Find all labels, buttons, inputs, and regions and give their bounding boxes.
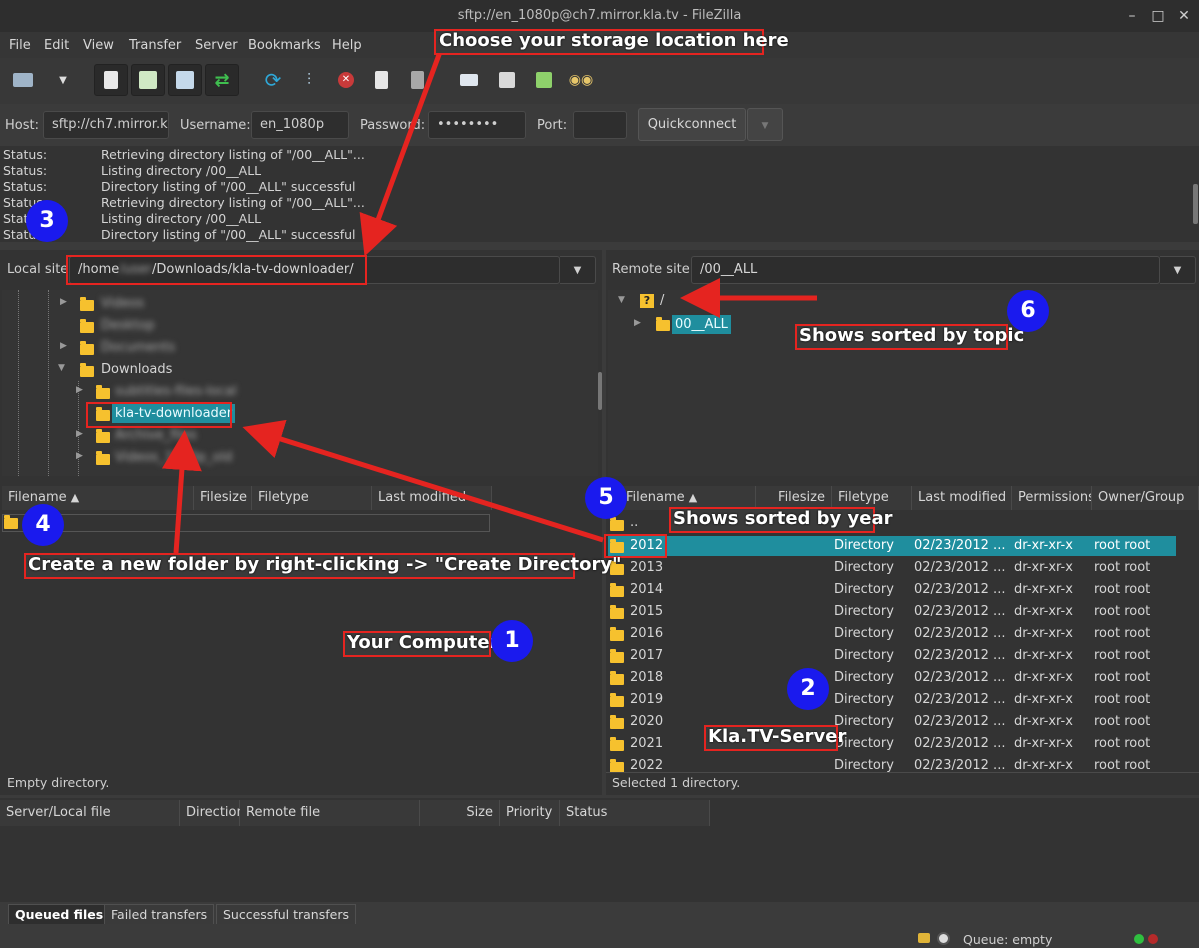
badge-2: 2 xyxy=(787,668,829,710)
annotation-arrows xyxy=(161,51,817,554)
annotation-year: Shows sorted by year xyxy=(673,508,893,529)
badge-1: 1 xyxy=(491,620,533,662)
arrow-storage xyxy=(359,51,443,257)
arrow-year xyxy=(242,419,604,543)
annotation-server: Kla.TV-Server xyxy=(708,726,847,747)
badge-4: 4 xyxy=(22,504,64,546)
badge-3: 3 xyxy=(26,200,68,242)
annotation-box-path xyxy=(66,255,367,285)
badge-5: 5 xyxy=(585,477,627,519)
annotation-create-dir: Create a new folder by right-clicking ->… xyxy=(28,554,622,575)
annotation-box-folder xyxy=(86,402,232,428)
annotation-computer: Your Computer xyxy=(347,632,499,653)
badge-6: 6 xyxy=(1007,290,1049,332)
annotation-topic: Shows sorted by topic xyxy=(799,325,1025,346)
annotation-storage: Choose your storage location here xyxy=(439,30,789,51)
arrow-create-dir xyxy=(161,430,202,554)
